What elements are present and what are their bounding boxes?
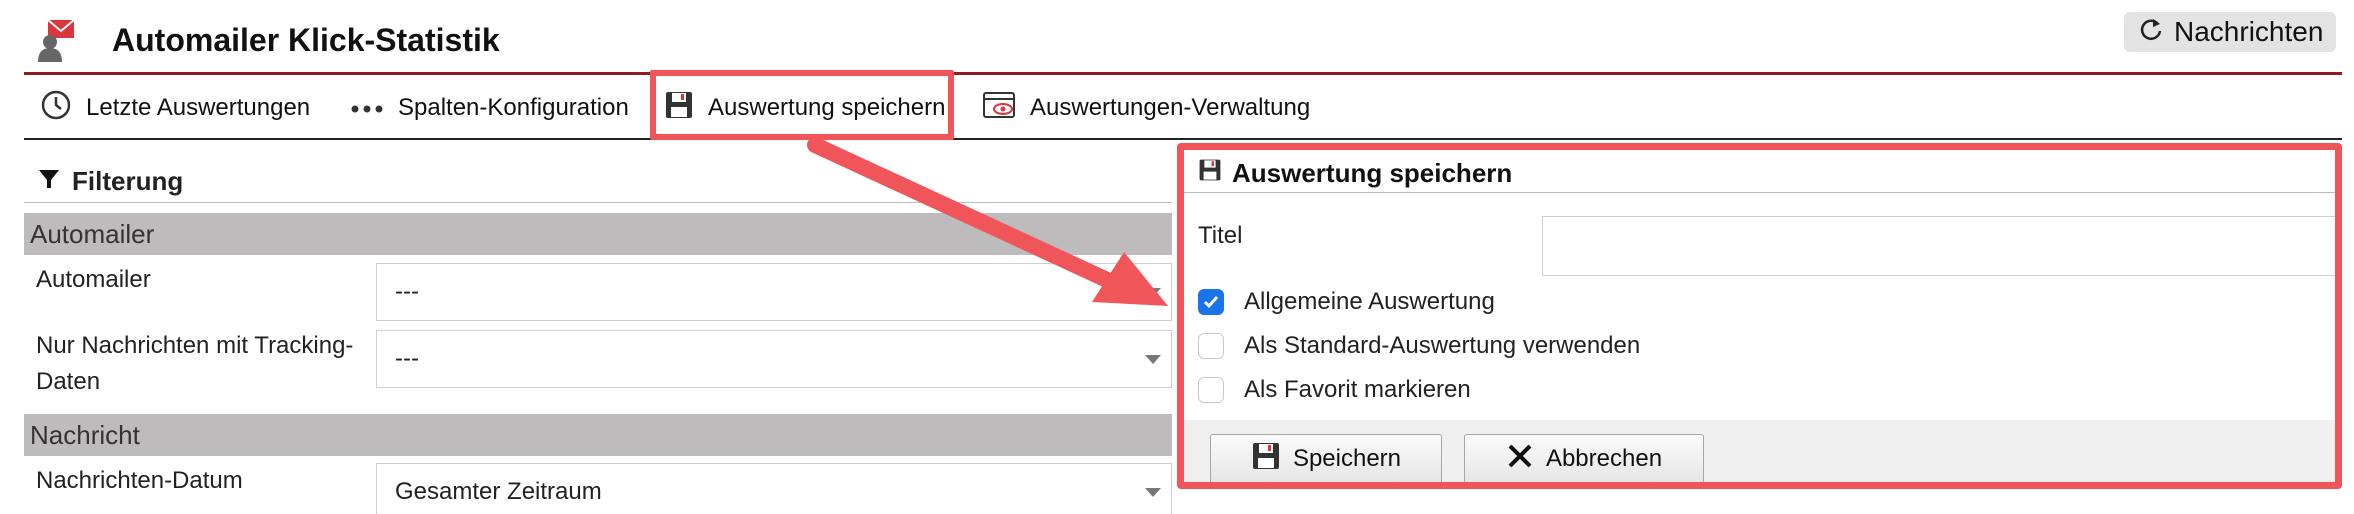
nachrichten-datum-select[interactable]: Gesamter Zeitraum <box>376 463 1172 514</box>
refresh-icon <box>2138 16 2164 49</box>
select-value: --- <box>395 278 419 305</box>
tracking-label-line2: Daten <box>36 368 101 395</box>
nachrichten-datum-label: Nachrichten-Datum <box>36 467 243 494</box>
automailer-select[interactable]: --- <box>376 263 1172 321</box>
highlight-box-save-tab <box>650 70 954 140</box>
select-value: --- <box>395 345 419 372</box>
toolbar-divider <box>24 138 2342 140</box>
filter-heading: Filterung <box>38 166 183 197</box>
checkbox-unchecked[interactable] <box>1198 377 1224 403</box>
window-eye-icon <box>982 91 1016 126</box>
chevron-down-icon <box>1145 488 1161 497</box>
automailer-label: Automailer <box>36 266 151 293</box>
checkbox-label: Als Favorit markieren <box>1244 376 1471 403</box>
automailer-app-icon <box>36 18 84 62</box>
toolbar-auswertungen-verwaltung[interactable]: Auswertungen-Verwaltung <box>982 88 1310 128</box>
abbrechen-button[interactable]: Abbrechen <box>1464 434 1704 482</box>
checkbox-label: Als Standard-Auswertung verwenden <box>1244 332 1641 359</box>
floppy-disk-icon <box>1251 441 1281 478</box>
toolbar-letzte-auswertungen[interactable]: Letzte Auswertungen <box>40 88 310 128</box>
header-divider <box>24 72 2342 75</box>
abbrechen-label: Abbrechen <box>1545 445 1663 472</box>
speichern-label: Speichern <box>1292 445 1402 472</box>
page-title: Automailer Klick-Statistik <box>112 22 500 58</box>
nachrichten-label: Nachrichten <box>2174 16 2324 47</box>
favorit-checkbox[interactable]: Als Favorit markieren <box>1198 376 1471 404</box>
allgemeine-auswertung-checkbox[interactable]: Allgemeine Auswertung <box>1198 288 1495 316</box>
toolbar-spalten-konfiguration[interactable]: Spalten-Konfiguration <box>350 88 629 128</box>
checkbox-checked[interactable] <box>1198 289 1224 315</box>
titel-input[interactable] <box>1542 216 2335 276</box>
dialog-title-label: Auswertung speichern <box>1232 158 1513 188</box>
section-nachricht: Nachricht <box>24 414 1172 456</box>
close-icon <box>1506 442 1534 477</box>
chevron-down-icon <box>1145 288 1161 297</box>
toolbar-item-label: Letzte Auswertungen <box>86 94 311 121</box>
toolbar-item-label: Spalten-Konfiguration <box>398 94 629 121</box>
floppy-disk-icon <box>1198 158 1222 189</box>
tracking-label-line1: Nur Nachrichten mit Tracking- <box>36 332 354 359</box>
titel-label: Titel <box>1198 222 1243 249</box>
nachrichten-button[interactable]: Nachrichten <box>2124 12 2336 52</box>
dialog-title: Auswertung speichern <box>1198 158 1512 189</box>
save-evaluation-dialog: Auswertung speichern Titel Allgemeine Au… <box>1177 143 2342 489</box>
checkbox-unchecked[interactable] <box>1198 333 1224 359</box>
checkbox-label: Allgemeine Auswertung <box>1244 288 1495 315</box>
chevron-down-icon <box>1145 355 1161 364</box>
section-automailer: Automailer <box>24 213 1172 255</box>
standard-auswertung-checkbox[interactable]: Als Standard-Auswertung verwenden <box>1198 332 1640 360</box>
speichern-button[interactable]: Speichern <box>1210 434 1442 482</box>
tracking-data-select[interactable]: --- <box>376 330 1172 388</box>
select-value: Gesamter Zeitraum <box>395 478 602 505</box>
filter-icon <box>38 166 60 197</box>
dots-icon <box>350 94 384 122</box>
filter-title-label: Filterung <box>72 166 184 196</box>
dialog-title-divider <box>1184 192 2335 193</box>
dialog-footer: Speichern Abbrechen <box>1184 420 2335 482</box>
toolbar-item-label: Auswertungen-Verwaltung <box>1030 94 1311 121</box>
checkmark-icon <box>1203 296 1219 309</box>
filter-divider <box>24 202 1172 203</box>
clock-icon <box>40 89 72 128</box>
